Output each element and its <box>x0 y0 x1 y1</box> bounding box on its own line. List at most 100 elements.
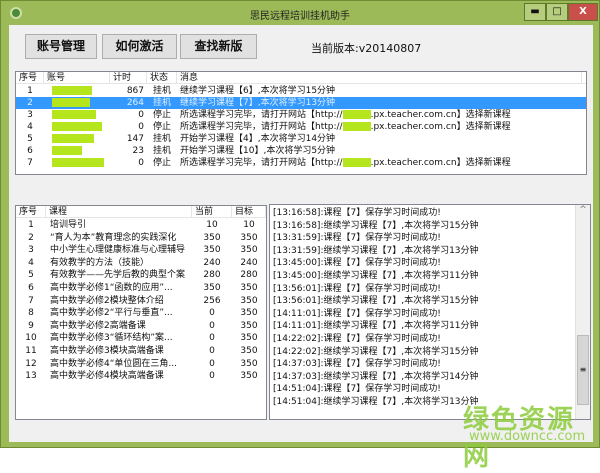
table-row[interactable]: 6 23 挂机 开始学习课程【10】,本次将学习5分钟 <box>16 145 586 157</box>
redacted-account <box>52 146 82 155</box>
table-row[interactable]: 4 0 停止 所选课程学习完毕，请打开网站【http:// .px.teacher.co… <box>16 121 586 133</box>
app-window: 思民远程培训挂机助手 ▬ □ X 账号管理 如何激活 查找新版 当前版本:v20… <box>0 0 600 472</box>
table-row[interactable]: 5 147 挂机 开始学习课程【4】,本次将学习14分钟 <box>16 133 586 145</box>
timer-cell: 0 <box>138 158 144 168</box>
table-row[interactable]: 7 高中数学必修2模块整体介绍 256 350 <box>16 295 266 307</box>
row-number: 10 <box>25 333 37 344</box>
redacted-account <box>52 122 102 131</box>
column-header[interactable]: 消息 <box>177 72 582 84</box>
current-value: 350 <box>203 245 221 256</box>
message-text: 继续学习课程【7】,本次将学习13分钟 <box>180 98 336 108</box>
column-header[interactable]: 状态 <box>147 72 177 84</box>
row-number: 1 <box>28 220 34 230</box>
course-name: 高中数学必修3模块高端备课 <box>50 346 164 356</box>
how-to-activate-button[interactable]: 如何激活 <box>102 34 177 59</box>
log-line: [14:37:03]:继续学习课程【7】,本次将学习14分钟 <box>273 371 479 382</box>
course-name: 高中数学必修4“单位圆在三角... <box>50 358 177 369</box>
status-cell: 停止 <box>152 158 171 168</box>
minimize-button[interactable]: ▬ <box>524 3 546 21</box>
row-number: 5 <box>28 270 34 281</box>
table-row[interactable]: 4 有效教学的方法（技能） 240 240 <box>16 257 266 269</box>
row-number: 7 <box>28 295 34 306</box>
message-cell: 继续学习课程【6】,本次将学习15分钟 <box>180 85 580 97</box>
current-value: 280 <box>203 270 221 281</box>
account-cell <box>52 121 112 133</box>
account-table[interactable]: 序号 账号 计时 状态 消息 1 867 挂机 继续学习课程【6】,本次将学习15分钟 2 264 挂… <box>15 71 587 175</box>
redacted-url <box>342 110 371 119</box>
timer-cell: 147 <box>126 134 144 144</box>
table-row[interactable]: 5 有效教学——先学后教的典型个案 280 280 <box>16 269 266 281</box>
log-scrollbar[interactable]: ^ ≡ <box>575 205 590 419</box>
current-value: 256 <box>203 295 221 306</box>
column-header[interactable]: 目标 <box>232 206 266 218</box>
account-table-header: 序号 账号 计时 状态 消息 <box>16 72 586 84</box>
table-row[interactable]: 1 培训导引 10 10 <box>16 219 266 231</box>
scroll-thumb[interactable]: ≡ <box>577 335 589 405</box>
row-number: 11 <box>25 346 37 356</box>
status-cell: 挂机 <box>152 86 171 96</box>
column-header[interactable]: 课程 <box>46 206 192 218</box>
column-header[interactable]: 当前 <box>192 206 232 218</box>
target-value: 350 <box>240 346 258 356</box>
maximize-button[interactable]: □ <box>546 3 568 21</box>
course-name: 高中数学必修3“循环结构”案... <box>50 333 173 344</box>
title-bar[interactable]: 思民远程培训挂机助手 ▬ □ X <box>1 1 599 25</box>
course-name: 高中数学必修2“平行与垂直”... <box>50 308 173 319</box>
current-value: 0 <box>209 320 215 331</box>
version-label: 当前版本:v20140807 <box>311 42 422 55</box>
scroll-up-icon[interactable]: ^ <box>576 205 590 215</box>
status-cell: 挂机 <box>152 134 171 144</box>
row-number: 1 <box>27 86 33 96</box>
current-value: 350 <box>203 232 221 243</box>
course-name: 培训导引 <box>50 220 87 230</box>
course-name: 中小学生心理健康标准与心理辅导 <box>50 245 186 256</box>
table-row[interactable]: 11 高中数学必修3模块高端备课 0 350 <box>16 345 266 357</box>
log-line: [14:51:04]:课程【7】保存学习时间成功! <box>273 384 441 395</box>
table-row[interactable]: 9 高中数学必修2高端备课 0 350 <box>16 320 266 332</box>
current-value: 0 <box>209 308 215 319</box>
table-row[interactable]: 13 高中数学必修4模块高端备课 0 350 <box>16 370 266 382</box>
current-value: 0 <box>209 333 215 344</box>
row-number: 3 <box>28 245 34 256</box>
message-text: 开始学习课程【10】,本次将学习5分钟 <box>180 146 336 156</box>
table-row[interactable]: 10 高中数学必修3“循环结构”案... 0 350 <box>16 332 266 344</box>
table-row[interactable]: 3 0 停止 所选课程学习完毕，请打开网站【http:// .px.teacher.co… <box>16 109 586 121</box>
log-panel[interactable]: ^ ≡ [13:16:58]:课程【7】保存学习时间成功! [13:16:58]:… <box>269 204 591 420</box>
target-value: 240 <box>240 257 258 268</box>
account-manage-button[interactable]: 账号管理 <box>25 34 97 59</box>
log-line: [14:37:03]:课程【7】保存学习时间成功! <box>273 359 441 370</box>
window-title: 思民远程培训挂机助手 <box>250 11 350 22</box>
target-value: 280 <box>240 270 258 281</box>
table-row[interactable]: 2 264 挂机 继续学习课程【7】,本次将学习13分钟 <box>16 97 586 109</box>
message-cell: 所选课程学习完毕，请打开网站【http:// .px.teacher.com.cn… <box>180 109 580 121</box>
current-value: 0 <box>209 346 215 356</box>
account-cell <box>52 109 112 121</box>
table-row[interactable]: 8 高中数学必修2“平行与垂直”... 0 350 <box>16 307 266 319</box>
row-number: 4 <box>28 257 34 268</box>
table-row[interactable]: 2 “育人为本”教育理念的实践深化 350 350 <box>16 232 266 244</box>
course-table[interactable]: 序号 课程 当前 目标 1 培训导引 10 10 2 “育人为本”教育理念的实践深化 350 350 3… <box>15 205 267 420</box>
row-number: 13 <box>25 371 37 382</box>
message-text: 所选课程学习完毕，请打开网站【http:// <box>180 110 343 120</box>
check-update-button[interactable]: 查找新版 <box>180 34 257 59</box>
table-row[interactable]: 1 867 挂机 继续学习课程【6】,本次将学习15分钟 <box>16 85 586 97</box>
column-header[interactable]: 序号 <box>16 72 44 84</box>
row-number: 6 <box>27 146 33 156</box>
table-row[interactable]: 6 高中数学必修1“函数的应用”... 350 350 <box>16 282 266 294</box>
table-row[interactable]: 12 高中数学必修4“单位圆在三角... 0 350 <box>16 358 266 370</box>
message-cell: 所选课程学习完毕，请打开网站【http:// .px.teacher.com.cn… <box>180 157 580 169</box>
message-text-tail: .px.teacher.com.cn】选择新课程 <box>370 122 511 132</box>
log-line: [13:31:59]:课程【7】保存学习时间成功! <box>273 233 441 244</box>
column-header[interactable]: 计时 <box>110 72 147 84</box>
table-row[interactable]: 7 0 停止 所选课程学习完毕，请打开网站【http:// .px.teacher.co… <box>16 157 586 169</box>
current-value: 0 <box>209 371 215 382</box>
row-number: 3 <box>27 110 33 120</box>
column-header[interactable]: 账号 <box>44 72 110 84</box>
table-row[interactable]: 3 中小学生心理健康标准与心理辅导 350 350 <box>16 244 266 256</box>
target-value: 350 <box>240 283 258 293</box>
close-button[interactable]: X <box>568 3 598 21</box>
column-header[interactable]: 序号 <box>16 206 46 218</box>
message-cell: 所选课程学习完毕，请打开网站【http:// .px.teacher.com.cn… <box>180 121 580 133</box>
target-value: 10 <box>243 220 255 230</box>
redacted-account <box>52 134 94 143</box>
